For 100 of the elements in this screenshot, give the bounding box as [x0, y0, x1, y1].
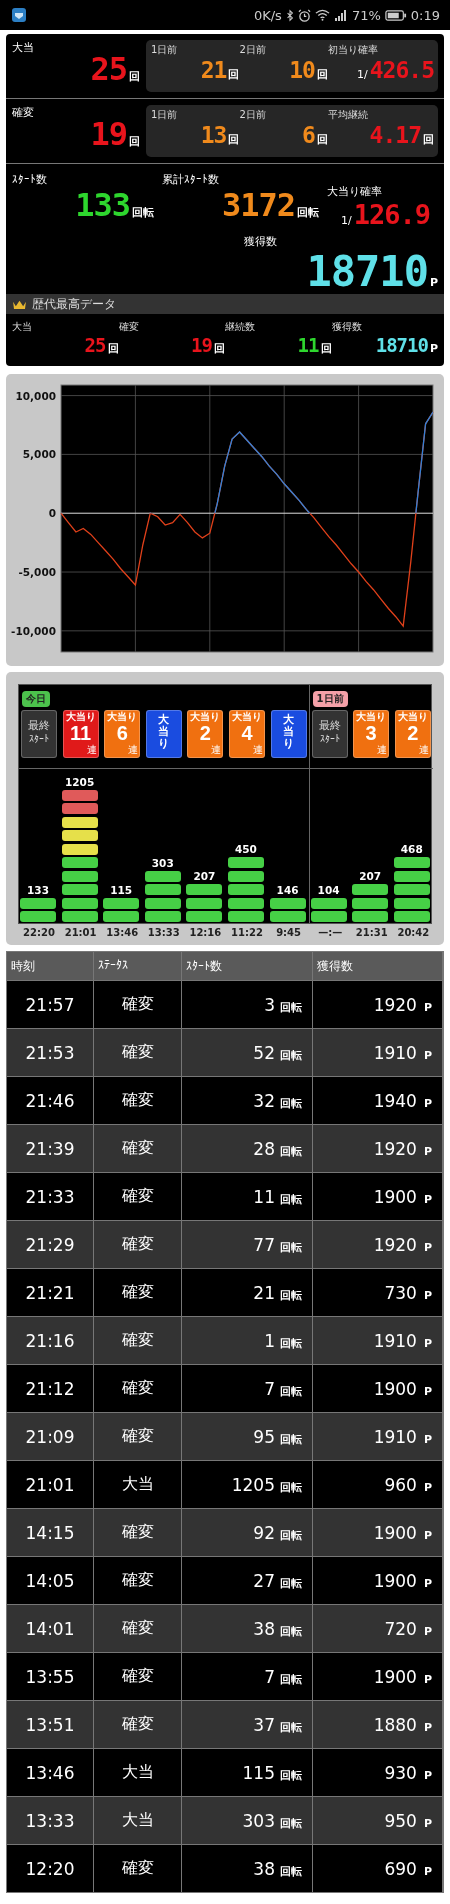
- unit-label: 回転: [280, 1576, 302, 1591]
- unit-label: P: [423, 1145, 432, 1158]
- day-badge: 1日前: [312, 691, 348, 707]
- table-cell: 52: [253, 1043, 275, 1063]
- unit-label: 回: [320, 341, 332, 356]
- stat-label: 獲得数: [331, 320, 363, 334]
- spin-count: 104: [317, 883, 340, 896]
- stat-label: 大当: [12, 40, 35, 55]
- table-cell: 720: [384, 1619, 417, 1639]
- unit-label: 回転: [280, 1384, 302, 1399]
- unit-label: P: [423, 1769, 432, 1782]
- card-text: 大当り: [107, 711, 138, 723]
- unit-label: 回転: [280, 1240, 302, 1255]
- app-icon: [12, 8, 26, 22]
- battery-percent: 71%: [351, 7, 381, 23]
- table-cell: 1205: [231, 1475, 275, 1495]
- card-text: ｽﾀｰﾄ: [319, 733, 340, 744]
- unit-label: 回転: [280, 1000, 302, 1015]
- table-cell: 1910: [373, 1043, 417, 1063]
- table-cell: 92: [253, 1523, 275, 1543]
- stat-value: 10: [289, 59, 315, 82]
- unit-label: 回転: [280, 1432, 302, 1447]
- card-text: 連: [86, 744, 97, 756]
- unit-label: P: [423, 1481, 432, 1494]
- spin-count: 207: [359, 870, 382, 882]
- table-cell: 37: [253, 1715, 275, 1735]
- table-cell: 115: [242, 1763, 275, 1783]
- time-label: 12:16: [188, 927, 223, 938]
- streak-count: 6: [116, 723, 128, 744]
- unit-label: 回: [316, 67, 328, 82]
- stat-label: 確変: [118, 320, 140, 334]
- stat-value: 25: [90, 53, 127, 85]
- ratio-prefix: 1/: [357, 68, 368, 81]
- stat-label: ｽﾀｰﾄ数: [12, 172, 48, 187]
- table-cell: 1900: [373, 1667, 417, 1687]
- streak-count: 2: [199, 723, 211, 744]
- card-text: 最終: [28, 718, 50, 733]
- spin-count: 146: [276, 883, 299, 896]
- unit-label: 回: [316, 132, 328, 147]
- table-cell: 930: [384, 1763, 417, 1783]
- axis-label: 10,000: [15, 389, 56, 402]
- card-text: 大当り: [190, 711, 221, 723]
- unit-label: 回: [228, 67, 240, 82]
- unit-label: P: [423, 1337, 432, 1350]
- table-cell: 1920: [373, 1235, 417, 1255]
- table-cell: 690: [384, 1859, 417, 1879]
- table-cell: 1900: [373, 1187, 417, 1207]
- table-cell: 1900: [373, 1571, 417, 1591]
- unit-label: 回転: [132, 205, 154, 220]
- time-label: 21:31: [354, 927, 389, 938]
- unit-label: 回転: [280, 1528, 302, 1543]
- table-cell: 7: [264, 1379, 275, 1399]
- unit-label: 回転: [280, 1768, 302, 1783]
- unit-label: 回転: [280, 1480, 302, 1495]
- unit-label: P: [423, 1289, 432, 1302]
- stat-value: 4.17: [369, 124, 421, 147]
- unit-label: 回: [228, 132, 240, 147]
- stat-label: 累計ｽﾀｰﾄ数: [162, 172, 220, 187]
- time-label: —:—: [317, 927, 344, 938]
- table-cell: 1920: [373, 995, 417, 1015]
- unit-label: P: [423, 1721, 432, 1734]
- unit-label: 回転: [280, 1096, 302, 1111]
- table-cell: 38: [253, 1859, 275, 1879]
- unit-label: 回転: [297, 205, 319, 220]
- stat-label: 2日前: [239, 43, 267, 57]
- unit-label: 回転: [280, 1336, 302, 1351]
- axis-label: -5,000: [18, 566, 56, 578]
- table-cell: 77: [253, 1235, 275, 1255]
- stat-label: 大当り確率: [327, 184, 383, 199]
- unit-label: 回転: [280, 1720, 302, 1735]
- unit-label: P: [423, 1385, 432, 1398]
- unit-label: P: [423, 1241, 432, 1254]
- unit-label: 回転: [280, 1864, 302, 1879]
- bluetooth-icon: [285, 8, 294, 22]
- spin-count: 468: [400, 843, 423, 855]
- unit-label: P: [423, 1097, 432, 1110]
- table-cell: 95: [253, 1427, 275, 1447]
- stat-value: 18710: [306, 251, 428, 293]
- stat-label: 大当: [12, 320, 33, 334]
- card-text: 大当り: [283, 714, 295, 751]
- streak-count: 3: [365, 723, 377, 744]
- unit-label: 回転: [280, 1816, 302, 1831]
- time-label: 9:45: [275, 927, 302, 938]
- stat-label: 初当り確率: [327, 43, 379, 57]
- table-cell: 1: [264, 1331, 275, 1351]
- stat-label: 確変: [12, 105, 35, 120]
- card-text: 大当り: [65, 711, 96, 723]
- table-cell: 1940: [373, 1091, 417, 1111]
- table-cell: 12:20: [7, 1845, 94, 1892]
- card-text: 大当り: [158, 714, 170, 751]
- card-text: 最終: [318, 718, 341, 733]
- unit-label: P: [423, 1529, 432, 1542]
- table-cell: 32: [253, 1091, 275, 1111]
- table-cell: 7: [264, 1667, 275, 1687]
- table-cell: 27: [253, 1571, 275, 1591]
- spin-count: 133: [27, 883, 49, 896]
- stat-value: 19: [90, 118, 127, 150]
- axis-label: 5,000: [22, 448, 56, 461]
- spin-count: 207: [193, 870, 216, 882]
- table-cell: 1900: [373, 1379, 417, 1399]
